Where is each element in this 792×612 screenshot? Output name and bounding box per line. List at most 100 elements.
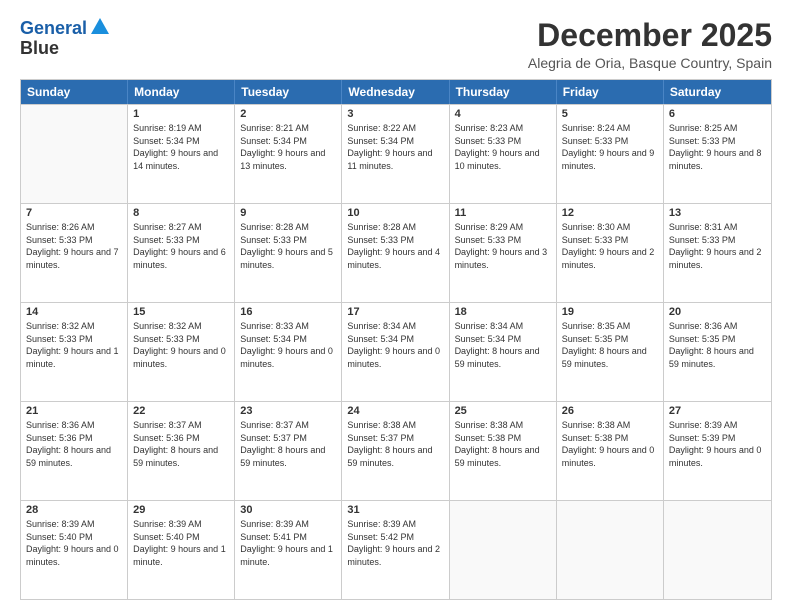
day-number: 16 bbox=[240, 306, 336, 318]
cell-info: Sunrise: 8:38 AM Sunset: 5:38 PM Dayligh… bbox=[455, 419, 551, 469]
logo: General Blue bbox=[20, 18, 109, 59]
day-number: 21 bbox=[26, 405, 122, 417]
calendar-row-2: 14 Sunrise: 8:32 AM Sunset: 5:33 PM Dayli… bbox=[21, 302, 771, 401]
cell-info: Sunrise: 8:30 AM Sunset: 5:33 PM Dayligh… bbox=[562, 221, 658, 271]
calendar-cell: 31 Sunrise: 8:39 AM Sunset: 5:42 PM Dayli… bbox=[342, 501, 449, 599]
calendar-cell bbox=[21, 105, 128, 203]
calendar-cell: 7 Sunrise: 8:26 AM Sunset: 5:33 PM Daylig… bbox=[21, 204, 128, 302]
day-number: 17 bbox=[347, 306, 443, 318]
cell-info: Sunrise: 8:31 AM Sunset: 5:33 PM Dayligh… bbox=[669, 221, 766, 271]
day-number: 20 bbox=[669, 306, 766, 318]
cell-info: Sunrise: 8:25 AM Sunset: 5:33 PM Dayligh… bbox=[669, 122, 766, 172]
calendar-cell: 27Sunrise: 8:39 AM Sunset: 5:39 PM Dayli… bbox=[664, 402, 771, 500]
day-number: 11 bbox=[455, 207, 551, 219]
day-number: 25 bbox=[455, 405, 551, 417]
calendar-cell: 1 Sunrise: 8:19 AM Sunset: 5:34 PM Daylig… bbox=[128, 105, 235, 203]
day-number: 14 bbox=[26, 306, 122, 318]
calendar-cell: 18 Sunrise: 8:34 AM Sunset: 5:34 PM Dayli… bbox=[450, 303, 557, 401]
weekday-header-tuesday: Tuesday bbox=[235, 80, 342, 104]
calendar-cell: 23 Sunrise: 8:37 AM Sunset: 5:37 PM Dayli… bbox=[235, 402, 342, 500]
calendar-cell: 6 Sunrise: 8:25 AM Sunset: 5:33 PM Daylig… bbox=[664, 105, 771, 203]
calendar-cell: 3 Sunrise: 8:22 AM Sunset: 5:34 PM Daylig… bbox=[342, 105, 449, 203]
weekday-header-wednesday: Wednesday bbox=[342, 80, 449, 104]
cell-info: Sunrise: 8:23 AM Sunset: 5:33 PM Dayligh… bbox=[455, 122, 551, 172]
calendar-row-3: 21 Sunrise: 8:36 AM Sunset: 5:36 PM Dayli… bbox=[21, 401, 771, 500]
day-number: 22 bbox=[133, 405, 229, 417]
cell-info: Sunrise: 8:32 AM Sunset: 5:33 PM Dayligh… bbox=[133, 320, 229, 370]
cell-info: Sunrise: 8:34 AM Sunset: 5:34 PM Dayligh… bbox=[347, 320, 443, 370]
weekday-header-saturday: Saturday bbox=[664, 80, 771, 104]
day-number: 15 bbox=[133, 306, 229, 318]
cell-info: Sunrise: 8:26 AM Sunset: 5:33 PM Dayligh… bbox=[26, 221, 122, 271]
day-number: 8 bbox=[133, 207, 229, 219]
calendar-cell: 12 Sunrise: 8:30 AM Sunset: 5:33 PM Dayli… bbox=[557, 204, 664, 302]
day-number: 2 bbox=[240, 108, 336, 120]
cell-info: Sunrise: 8:36 AM Sunset: 5:36 PM Dayligh… bbox=[26, 419, 122, 469]
day-number: 3 bbox=[347, 108, 443, 120]
cell-info: Sunrise: 8:39 AM Sunset: 5:42 PM Dayligh… bbox=[347, 518, 443, 568]
calendar-body: 1 Sunrise: 8:19 AM Sunset: 5:34 PM Daylig… bbox=[21, 104, 771, 599]
day-number: 1 bbox=[133, 108, 229, 120]
cell-info: Sunrise: 8:22 AM Sunset: 5:34 PM Dayligh… bbox=[347, 122, 443, 172]
day-number: 19 bbox=[562, 306, 658, 318]
weekday-header-thursday: Thursday bbox=[450, 80, 557, 104]
calendar-cell: 2Sunrise: 8:21 AM Sunset: 5:34 PM Daylig… bbox=[235, 105, 342, 203]
calendar-cell: 4 Sunrise: 8:23 AM Sunset: 5:33 PM Daylig… bbox=[450, 105, 557, 203]
calendar-cell: 15 Sunrise: 8:32 AM Sunset: 5:33 PM Dayli… bbox=[128, 303, 235, 401]
month-title: December 2025 bbox=[528, 18, 772, 53]
cell-info: Sunrise: 8:37 AM Sunset: 5:37 PM Dayligh… bbox=[240, 419, 336, 469]
day-number: 18 bbox=[455, 306, 551, 318]
calendar-cell: 21 Sunrise: 8:36 AM Sunset: 5:36 PM Dayli… bbox=[21, 402, 128, 500]
calendar-header: SundayMondayTuesdayWednesdayThursdayFrid… bbox=[21, 80, 771, 104]
calendar-cell: 16 Sunrise: 8:33 AM Sunset: 5:34 PM Dayli… bbox=[235, 303, 342, 401]
cell-info: Sunrise: 8:34 AM Sunset: 5:34 PM Dayligh… bbox=[455, 320, 551, 370]
cell-info: Sunrise: 8:38 AM Sunset: 5:38 PM Dayligh… bbox=[562, 419, 658, 469]
day-number: 10 bbox=[347, 207, 443, 219]
calendar-cell: 30Sunrise: 8:39 AM Sunset: 5:41 PM Dayli… bbox=[235, 501, 342, 599]
calendar-cell: 11 Sunrise: 8:29 AM Sunset: 5:33 PM Dayli… bbox=[450, 204, 557, 302]
cell-info: Sunrise: 8:39 AM Sunset: 5:40 PM Dayligh… bbox=[26, 518, 122, 568]
cell-info: Sunrise: 8:27 AM Sunset: 5:33 PM Dayligh… bbox=[133, 221, 229, 271]
calendar-cell: 25 Sunrise: 8:38 AM Sunset: 5:38 PM Dayli… bbox=[450, 402, 557, 500]
calendar-cell: 8 Sunrise: 8:27 AM Sunset: 5:33 PM Daylig… bbox=[128, 204, 235, 302]
day-number: 9 bbox=[240, 207, 336, 219]
day-number: 24 bbox=[347, 405, 443, 417]
calendar-cell: 17 Sunrise: 8:34 AM Sunset: 5:34 PM Dayli… bbox=[342, 303, 449, 401]
page: General Blue December 2025 Alegria de Or… bbox=[0, 0, 792, 612]
calendar: SundayMondayTuesdayWednesdayThursdayFrid… bbox=[20, 79, 772, 600]
weekday-header-friday: Friday bbox=[557, 80, 664, 104]
cell-info: Sunrise: 8:32 AM Sunset: 5:33 PM Dayligh… bbox=[26, 320, 122, 370]
calendar-cell: 5 Sunrise: 8:24 AM Sunset: 5:33 PM Daylig… bbox=[557, 105, 664, 203]
cell-info: Sunrise: 8:33 AM Sunset: 5:34 PM Dayligh… bbox=[240, 320, 336, 370]
cell-info: Sunrise: 8:19 AM Sunset: 5:34 PM Dayligh… bbox=[133, 122, 229, 172]
cell-info: Sunrise: 8:39 AM Sunset: 5:40 PM Dayligh… bbox=[133, 518, 229, 568]
cell-info: Sunrise: 8:39 AM Sunset: 5:41 PM Dayligh… bbox=[240, 518, 336, 568]
calendar-cell bbox=[557, 501, 664, 599]
day-number: 6 bbox=[669, 108, 766, 120]
logo-triangle-icon bbox=[91, 18, 109, 39]
logo-blue: Blue bbox=[20, 39, 59, 59]
calendar-cell bbox=[664, 501, 771, 599]
calendar-cell: 20Sunrise: 8:36 AM Sunset: 5:35 PM Dayli… bbox=[664, 303, 771, 401]
day-number: 5 bbox=[562, 108, 658, 120]
calendar-cell: 13 Sunrise: 8:31 AM Sunset: 5:33 PM Dayli… bbox=[664, 204, 771, 302]
day-number: 13 bbox=[669, 207, 766, 219]
day-number: 7 bbox=[26, 207, 122, 219]
day-number: 23 bbox=[240, 405, 336, 417]
weekday-header-sunday: Sunday bbox=[21, 80, 128, 104]
day-number: 31 bbox=[347, 504, 443, 516]
weekday-header-monday: Monday bbox=[128, 80, 235, 104]
cell-info: Sunrise: 8:39 AM Sunset: 5:39 PM Dayligh… bbox=[669, 419, 766, 469]
logo-general: General bbox=[20, 18, 87, 38]
cell-info: Sunrise: 8:37 AM Sunset: 5:36 PM Dayligh… bbox=[133, 419, 229, 469]
cell-info: Sunrise: 8:29 AM Sunset: 5:33 PM Dayligh… bbox=[455, 221, 551, 271]
cell-info: Sunrise: 8:24 AM Sunset: 5:33 PM Dayligh… bbox=[562, 122, 658, 172]
calendar-cell: 29Sunrise: 8:39 AM Sunset: 5:40 PM Dayli… bbox=[128, 501, 235, 599]
calendar-cell: 19Sunrise: 8:35 AM Sunset: 5:35 PM Dayli… bbox=[557, 303, 664, 401]
calendar-cell: 22 Sunrise: 8:37 AM Sunset: 5:36 PM Dayli… bbox=[128, 402, 235, 500]
day-number: 4 bbox=[455, 108, 551, 120]
calendar-cell: 9Sunrise: 8:28 AM Sunset: 5:33 PM Daylig… bbox=[235, 204, 342, 302]
day-number: 12 bbox=[562, 207, 658, 219]
logo-text-general: General bbox=[20, 19, 87, 39]
calendar-row-4: 28Sunrise: 8:39 AM Sunset: 5:40 PM Dayli… bbox=[21, 500, 771, 599]
